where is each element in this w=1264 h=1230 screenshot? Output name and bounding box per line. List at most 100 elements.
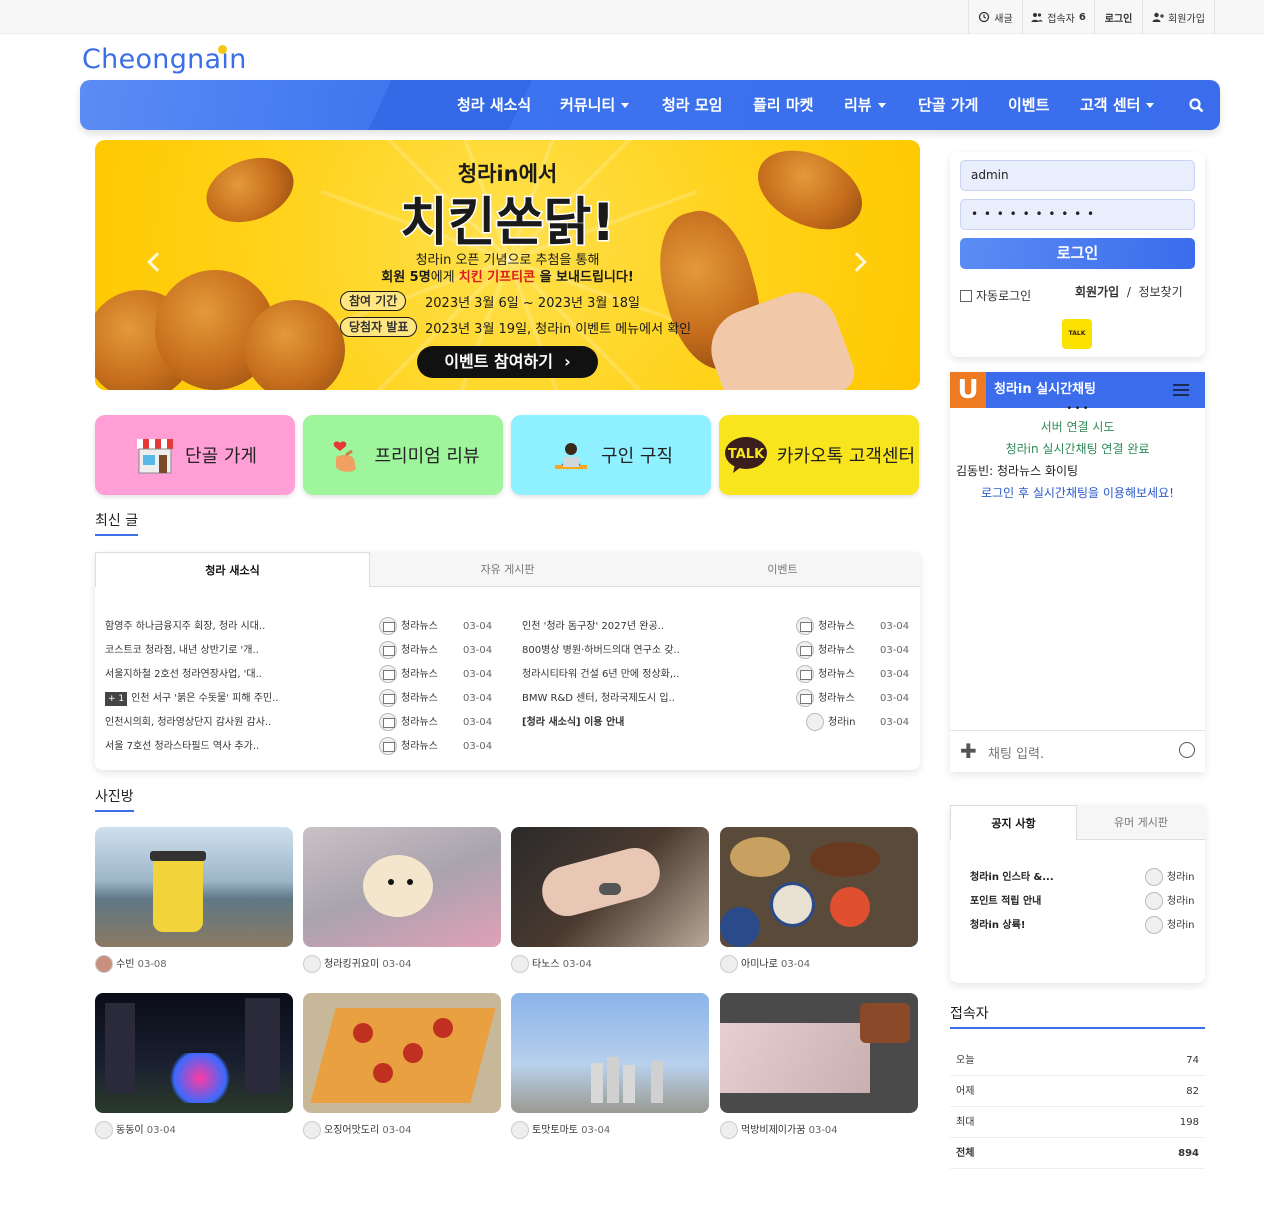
logo-text: Cheongna bbox=[82, 44, 222, 75]
post-row[interactable]: 800병상 병원·하버드의대 연구소 갖.. 청라뉴스 03-04 bbox=[522, 639, 912, 663]
list-item[interactable]: 포인트 적립 안내 청라in bbox=[970, 890, 1195, 914]
list-item[interactable]: 청라in 상륙! 청라in bbox=[970, 914, 1195, 938]
event-join-button[interactable]: 이벤트 참여하기 › bbox=[417, 346, 598, 378]
plus-icon[interactable]: ✚ bbox=[960, 741, 977, 761]
post-row[interactable]: 서울 7호선 청라스타필드 역사 추가.. 청라뉴스 03-04 bbox=[105, 735, 505, 759]
quick-jobs-button[interactable]: 구인 구직 bbox=[511, 415, 711, 495]
post-row[interactable]: 함영주 하나금융지주 회장, 청라 시대.. 청라뉴스 03-04 bbox=[105, 615, 505, 639]
visitors-title: 접속자 bbox=[950, 1003, 1205, 1029]
post-title[interactable]: 코스트코 청라점, 내년 상반기로 '개.. bbox=[105, 639, 259, 663]
shop-icon bbox=[137, 439, 174, 474]
visitors-link[interactable]: 접속자 6 bbox=[1022, 0, 1094, 34]
login-button[interactable]: 로그인 bbox=[960, 238, 1195, 269]
auto-login-checkbox[interactable]: 자동로그인 bbox=[960, 287, 1031, 304]
post-title[interactable]: [청라 새소식] 이용 안내 bbox=[522, 711, 624, 735]
photo-thumbnail[interactable] bbox=[720, 827, 918, 947]
search-icon[interactable] bbox=[1189, 98, 1204, 113]
finger-heart-icon bbox=[334, 441, 357, 472]
announce-label: 당첨자 발표 bbox=[340, 317, 418, 337]
password-field[interactable]: • • • • • • • • • • bbox=[960, 199, 1195, 230]
photo-thumbnail[interactable] bbox=[720, 993, 918, 1113]
chat-input-bar: ✚ 채팅 입력. bbox=[950, 730, 1205, 772]
post-title[interactable]: 청라시티타워 건설 6년 만에 정상화,.. bbox=[522, 663, 679, 687]
quick-regular-shops-button[interactable]: 단골 가게 bbox=[95, 415, 295, 495]
kakaotalk-icon: TALK bbox=[724, 437, 767, 473]
post-date: 03-04 bbox=[880, 621, 910, 632]
post-row[interactable]: 인천 '청라 돔구장' 2027년 완공.. 청라뉴스 03-04 bbox=[522, 615, 912, 639]
tab-free-board[interactable]: 자유 게시판 bbox=[370, 552, 645, 587]
post-row[interactable]: 코스트코 청라점, 내년 상반기로 '개.. 청라뉴스 03-04 bbox=[105, 639, 505, 663]
banner-subtitle-2: 회원 5명에게 치킨 기프티콘 을 보내드립니다! bbox=[381, 270, 634, 285]
post-title[interactable]: 서울 7호선 청라스타필드 역사 추가.. bbox=[105, 735, 259, 759]
post-row[interactable]: 청라시티타워 건설 6년 만에 정상화,.. 청라뉴스 03-04 bbox=[522, 663, 912, 687]
chat-title: 청라in 실시간채팅 bbox=[994, 382, 1096, 397]
post-title[interactable]: 함영주 하나금융지주 회장, 청라 시대.. bbox=[105, 615, 265, 639]
avatar bbox=[720, 955, 738, 973]
photo-thumbnail[interactable] bbox=[511, 993, 709, 1113]
new-posts-link[interactable]: 새글 bbox=[968, 0, 1022, 34]
photo-thumbnail[interactable] bbox=[303, 993, 501, 1113]
nav-item-regular-shops[interactable]: 단골 가게 bbox=[918, 80, 978, 130]
login-link[interactable]: 로그인 bbox=[1094, 0, 1142, 34]
find-info-link[interactable]: 정보찾기 bbox=[1139, 285, 1183, 299]
avatar bbox=[95, 1121, 113, 1139]
avatar bbox=[1145, 892, 1163, 910]
period-value: 2023년 3월 6일 ~ 2023년 3월 18일 bbox=[425, 296, 640, 311]
nav-item-review[interactable]: 리뷰 bbox=[844, 80, 886, 130]
nav-item-meetups[interactable]: 청라 모임 bbox=[662, 80, 722, 130]
kakao-login-icon[interactable]: TALK bbox=[1062, 319, 1092, 349]
username-field[interactable]: admin bbox=[960, 160, 1195, 191]
top-utility-bar: 새글 접속자 6 로그인 회원가입 bbox=[0, 0, 1264, 34]
photo-thumbnail[interactable] bbox=[95, 993, 293, 1113]
nav-item-event[interactable]: 이벤트 bbox=[1008, 80, 1049, 130]
chevron-down-icon bbox=[877, 103, 886, 108]
new-posts-label: 새글 bbox=[994, 13, 1013, 25]
visitors-count: 6 bbox=[1078, 11, 1086, 23]
tab-humor-board[interactable]: 유머 게시판 bbox=[1077, 805, 1205, 840]
post-author: 청라뉴스 bbox=[796, 687, 855, 711]
signup-link[interactable]: 회원가입 bbox=[1142, 0, 1215, 34]
tab-notice[interactable]: 공지 사항 bbox=[950, 805, 1077, 840]
post-row[interactable]: BMW R&D 센터, 청라국제도시 입.. 청라뉴스 03-04 bbox=[522, 687, 912, 711]
post-title[interactable]: 인천시의회, 청라영상단지 감사원 감사.. bbox=[105, 711, 271, 735]
fried-chicken-image bbox=[245, 300, 345, 390]
post-row[interactable]: 서울지하철 2호선 청라연장사업, '대.. 청라뉴스 03-04 bbox=[105, 663, 505, 687]
menu-icon[interactable] bbox=[1173, 384, 1189, 396]
photo-caption: 수빈 03-08 bbox=[95, 955, 167, 975]
quick-kakao-support-button[interactable]: TALK 카카오톡 고객센터 bbox=[719, 415, 919, 495]
nav-item-community[interactable]: 커뮤니티 bbox=[560, 80, 630, 130]
nav-item-news[interactable]: 청라 새소식 bbox=[457, 80, 531, 130]
emoji-icon[interactable] bbox=[1179, 742, 1195, 758]
post-title[interactable]: 서울지하철 2호선 청라연장사업, '대.. bbox=[105, 663, 262, 687]
post-row[interactable]: + 1 인천 서구 '붉은 수돗물' 피해 주민.. 청라뉴스 03-04 bbox=[105, 687, 505, 711]
nav-item-support[interactable]: 고객 센터 bbox=[1080, 80, 1155, 130]
tab-event[interactable]: 이벤트 bbox=[645, 552, 920, 587]
quick-premium-review-button[interactable]: 프리미엄 리뷰 bbox=[303, 415, 503, 495]
user-plus-icon bbox=[1152, 12, 1165, 22]
post-title[interactable]: BMW R&D 센터, 청라국제도시 입.. bbox=[522, 687, 675, 711]
list-item[interactable]: 청라in 인스타 &... 청라in bbox=[970, 866, 1195, 890]
chat-loading-dots: • • • bbox=[1066, 404, 1089, 414]
avatar bbox=[379, 713, 397, 731]
photo-caption: 청라킹귀요미 03-04 bbox=[303, 955, 411, 975]
post-row[interactable]: [청라 새소식] 이용 안내 청라in 03-04 bbox=[522, 711, 912, 735]
photo-caption: 동동이 03-04 bbox=[95, 1121, 176, 1141]
photo-thumbnail[interactable] bbox=[95, 827, 293, 947]
checkbox-box[interactable] bbox=[960, 289, 972, 302]
photo-thumbnail[interactable] bbox=[511, 827, 709, 947]
signup-link-2[interactable]: 회원가입 bbox=[1075, 285, 1119, 299]
post-title[interactable]: + 1 인천 서구 '붉은 수돗물' 피해 주민.. bbox=[105, 687, 279, 711]
post-row[interactable]: 인천시의회, 청라영상단지 감사원 감사.. 청라뉴스 03-04 bbox=[105, 711, 505, 735]
post-title[interactable]: 인천 '청라 돔구장' 2027년 완공.. bbox=[522, 615, 664, 639]
svg-text:TALK: TALK bbox=[728, 447, 765, 462]
photo-thumbnail[interactable] bbox=[303, 827, 501, 947]
history-icon bbox=[979, 11, 990, 23]
post-title[interactable]: 800병상 병원·하버드의대 연구소 갖.. bbox=[522, 639, 680, 663]
event-banner[interactable]: 청라in에서 치킨쏜닭! 청라in 오픈 기념으로 추첨을 통해 회원 5명에게… bbox=[95, 140, 920, 390]
avatar bbox=[379, 665, 397, 683]
nav-item-flea-market[interactable]: 플리 마켓 bbox=[753, 80, 813, 130]
chat-input[interactable]: 채팅 입력. bbox=[988, 743, 1044, 762]
tab-news[interactable]: 청라 새소식 bbox=[95, 552, 370, 587]
quick-regular-shops-label: 단골 가게 bbox=[185, 446, 257, 467]
photo-caption: 아미나로 03-04 bbox=[720, 955, 810, 975]
